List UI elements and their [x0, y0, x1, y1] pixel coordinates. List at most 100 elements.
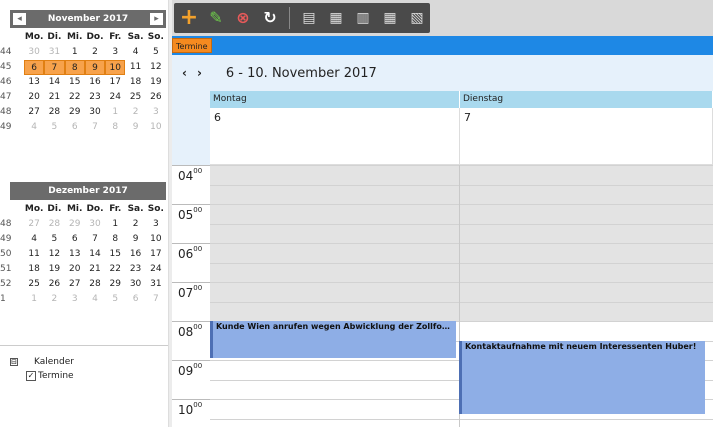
trash-icon[interactable]: ⊗	[232, 7, 254, 29]
calendar-day[interactable]: 31	[146, 277, 166, 292]
calendar-day[interactable]: 28	[85, 277, 105, 292]
time-slot[interactable]	[210, 223, 713, 243]
week-number[interactable]: 51	[0, 262, 24, 277]
calendar-day[interactable]: 8	[105, 120, 125, 135]
calendar-day[interactable]: 13	[65, 247, 85, 262]
checkbox-icon[interactable]: ✓	[26, 371, 36, 381]
calendar-day[interactable]: 3	[105, 45, 125, 60]
calendar-day[interactable]: 6	[65, 232, 85, 247]
next-range-icon[interactable]: ›	[197, 66, 202, 80]
calendar-day[interactable]: 17	[146, 247, 166, 262]
previous-range-icon[interactable]: ‹	[182, 66, 187, 80]
calendar-day[interactable]: 25	[24, 277, 44, 292]
calendar-day[interactable]: 20	[24, 90, 44, 105]
calendar-day[interactable]: 10	[146, 120, 166, 135]
tab-termine[interactable]: Termine	[172, 38, 212, 53]
week-number[interactable]: 45	[0, 60, 24, 75]
calendar-day[interactable]: 20	[65, 262, 85, 277]
time-slot[interactable]	[210, 301, 713, 321]
calendar-day[interactable]: 27	[24, 217, 44, 232]
calendar-day[interactable]: 8	[64, 60, 85, 75]
column-header-montag[interactable]: Montag	[210, 91, 460, 108]
calendar-day[interactable]: 2	[44, 292, 64, 307]
calendar-day[interactable]: 19	[44, 262, 64, 277]
day-number[interactable]: 6	[210, 108, 460, 164]
calendar-day[interactable]: 4	[125, 45, 145, 60]
calendar-day[interactable]: 30	[85, 217, 105, 232]
previous-month-button[interactable]: ◂	[13, 13, 26, 25]
day-number[interactable]: 7	[460, 108, 713, 164]
calendar-day[interactable]: 31	[44, 45, 64, 60]
calendar-day[interactable]: 7	[85, 232, 105, 247]
calendar-day[interactable]: 16	[125, 247, 145, 262]
next-month-button[interactable]: ▸	[150, 13, 163, 25]
calendar-day[interactable]: 30	[24, 45, 44, 60]
week-number[interactable]: 46	[0, 75, 24, 90]
calendar-day[interactable]: 15	[105, 247, 125, 262]
week-number[interactable]: 47	[0, 90, 24, 105]
calendar-day[interactable]: 7	[85, 120, 105, 135]
time-slot[interactable]	[210, 184, 713, 204]
time-slot[interactable]	[210, 282, 713, 302]
calendar-day[interactable]: 4	[24, 232, 44, 247]
calendar-day[interactable]: 22	[105, 262, 125, 277]
calendar-day[interactable]: 9	[125, 120, 145, 135]
calendar-day[interactable]: 6	[24, 60, 45, 75]
week-number[interactable]: 1	[0, 292, 24, 307]
week-view-icon[interactable]: ▥	[352, 7, 374, 29]
calendar-day[interactable]: 5	[146, 45, 166, 60]
calendar-day[interactable]: 5	[44, 120, 64, 135]
calendar-day[interactable]: 26	[44, 277, 64, 292]
calendar-day[interactable]: 12	[146, 60, 166, 75]
calendar-day[interactable]: 2	[125, 105, 145, 120]
calendar-day[interactable]: 30	[85, 105, 105, 120]
calendar-day[interactable]: 14	[44, 75, 64, 90]
calendar-day[interactable]: 23	[85, 90, 105, 105]
calendar-day[interactable]: 5	[44, 232, 64, 247]
plus-icon[interactable]: +	[178, 7, 200, 29]
calendar-day[interactable]: 21	[44, 90, 64, 105]
calendar-day[interactable]: 29	[65, 217, 85, 232]
calendar-day[interactable]: 19	[146, 75, 166, 90]
tree-node-termine[interactable]: ✓ Termine	[0, 369, 168, 383]
calendar-day[interactable]: 8	[105, 232, 125, 247]
week-number[interactable]: 49	[0, 232, 24, 247]
calendar-day[interactable]: 18	[24, 262, 44, 277]
calendar-day[interactable]: 30	[125, 277, 145, 292]
calendar-day[interactable]: 7	[44, 60, 65, 75]
calendar-day[interactable]: 3	[146, 217, 166, 232]
calendar-day[interactable]: 17	[105, 75, 125, 90]
time-slot[interactable]	[210, 165, 713, 185]
calendar-day[interactable]: 12	[44, 247, 64, 262]
day-view-icon[interactable]: ▤	[298, 7, 320, 29]
column-header-dienstag[interactable]: Dienstag	[460, 91, 713, 108]
month-view-icon[interactable]: ▦	[379, 7, 401, 29]
calendar-day[interactable]: 1	[105, 217, 125, 232]
collapse-toggle-icon[interactable]: ⊟	[10, 358, 18, 366]
calendar-day[interactable]: 27	[65, 277, 85, 292]
calendar-day[interactable]: 2	[125, 217, 145, 232]
pencil-icon[interactable]: ✎	[205, 7, 227, 29]
calendar-day[interactable]: 9	[84, 60, 106, 75]
calendar-day[interactable]: 29	[105, 277, 125, 292]
week-number[interactable]: 44	[0, 45, 24, 60]
calendar-day[interactable]: 28	[44, 105, 64, 120]
refresh-icon[interactable]: ↻	[259, 7, 281, 29]
calendar-day[interactable]: 14	[85, 247, 105, 262]
calendar-day[interactable]: 4	[85, 292, 105, 307]
calendar-day[interactable]: 25	[125, 90, 145, 105]
timeline-view-icon[interactable]: ▧	[406, 7, 428, 29]
calendar-day[interactable]: 1	[24, 292, 44, 307]
calendar-day[interactable]: 2	[85, 45, 105, 60]
appointment[interactable]: Kunde Wien anrufen wegen Abwicklung der …	[210, 321, 456, 359]
work-week-view-icon[interactable]: ▦	[325, 7, 347, 29]
calendar-day[interactable]: 10	[105, 60, 126, 75]
week-number[interactable]: 52	[0, 277, 24, 292]
tree-node-kalender[interactable]: ⊟ Kalender	[0, 355, 168, 369]
week-number[interactable]: 48	[0, 105, 24, 120]
calendar-day[interactable]: 11	[125, 60, 145, 75]
calendar-day[interactable]: 9	[125, 232, 145, 247]
calendar-day[interactable]: 28	[44, 217, 64, 232]
calendar-day[interactable]: 24	[146, 262, 166, 277]
calendar-day[interactable]: 26	[146, 90, 166, 105]
